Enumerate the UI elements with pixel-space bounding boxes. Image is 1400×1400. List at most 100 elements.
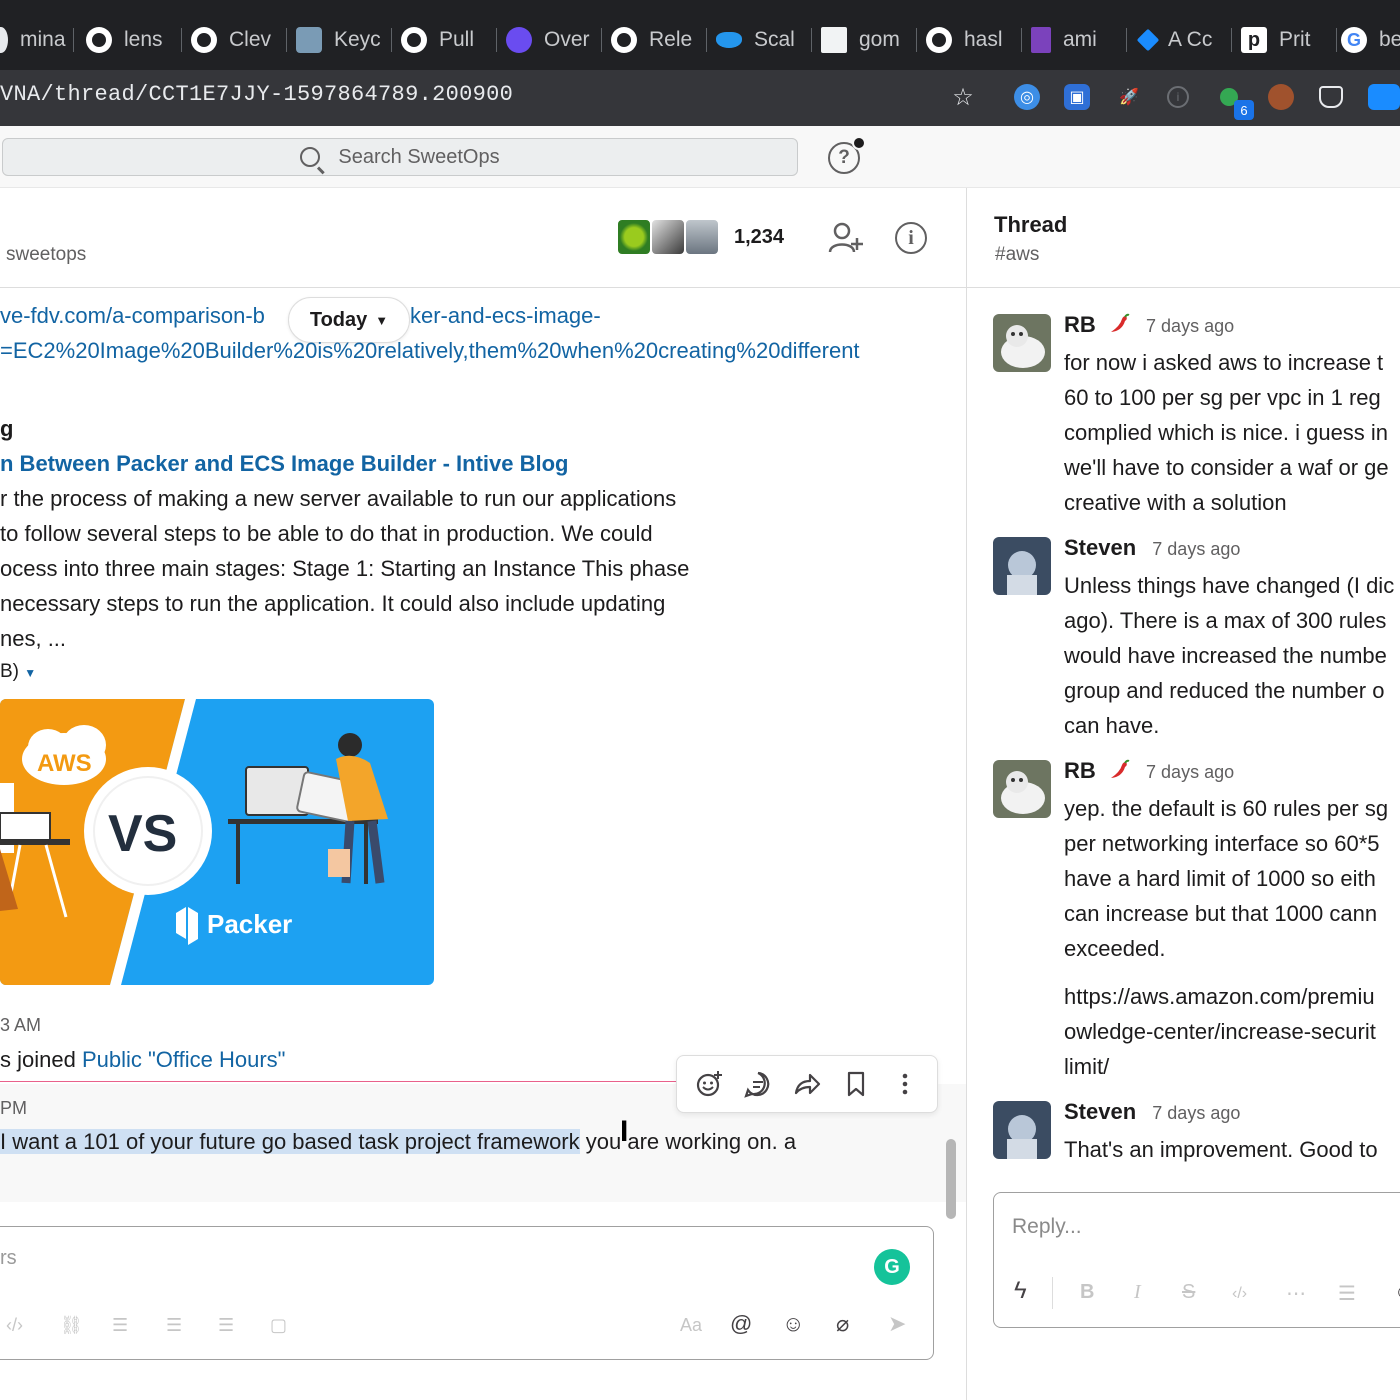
selected-text[interactable]: I want a 101 of your future go based tas… <box>0 1129 580 1154</box>
code-icon[interactable]: ‹/› <box>6 1315 23 1336</box>
caret-down-icon[interactable]: ▼ <box>24 666 36 680</box>
browser-address-bar[interactable]: VNA/thread/CCT1E7JJY-1597864789.200900 ☆… <box>0 70 1400 126</box>
member-count[interactable]: 1,234 <box>734 226 784 249</box>
browser-tab[interactable]: Pull <box>401 20 497 60</box>
composer-placeholder[interactable]: rs <box>0 1247 17 1270</box>
overview-icon <box>506 27 532 53</box>
shortcuts-icon[interactable]: ϟ <box>1014 1277 1027 1305</box>
bullet-list-icon[interactable]: ☰ <box>166 1315 182 1336</box>
browser-tab[interactable]: ami <box>1031 20 1127 60</box>
search-input[interactable]: Search SweetOps <box>2 138 798 176</box>
bookmark-star-icon[interactable]: ☆ <box>950 84 976 111</box>
search-icon <box>300 147 321 167</box>
browser-tab[interactable]: Clev <box>191 20 287 60</box>
browser-tab[interactable]: Rele <box>611 20 707 60</box>
extension-badge: 6 <box>1234 100 1254 120</box>
acorn-extension-icon[interactable] <box>1268 84 1294 110</box>
message-list: ve-fdv.com/a-comparison-b ker-and-ecs-im… <box>0 289 966 1223</box>
bold-icon[interactable]: B <box>1080 1281 1094 1304</box>
share-message-icon[interactable] <box>792 1069 822 1099</box>
channel-info-icon[interactable]: i <box>895 222 927 254</box>
github-icon <box>191 27 217 53</box>
browser-tab[interactable]: Over <box>506 20 602 60</box>
message-text[interactable]: I want a 101 of your future go based tas… <box>0 1124 796 1159</box>
add-reaction-icon[interactable] <box>694 1069 724 1099</box>
browser-tab[interactable]: mina <box>0 20 74 60</box>
browser-tab[interactable]: lens <box>86 20 182 60</box>
chevron-down-icon: ▼ <box>375 312 389 328</box>
avatar[interactable] <box>993 760 1051 818</box>
unfurl-title[interactable]: n Between Packer and ECS Image Builder -… <box>0 446 568 481</box>
add-member-icon[interactable] <box>828 220 864 256</box>
packer-logo-text: Packer <box>207 909 292 939</box>
avatar[interactable] <box>993 314 1051 372</box>
browser-tab[interactable]: A Cc <box>1136 20 1232 60</box>
message-timestamp[interactable]: 3 AM <box>0 1015 41 1036</box>
screen-extension-icon[interactable] <box>1368 84 1400 110</box>
emoji-icon[interactable]: ☺ <box>782 1311 804 1337</box>
reply-in-thread-icon[interactable] <box>743 1069 773 1099</box>
compass-extension-icon[interactable]: ◎ <box>1014 84 1040 110</box>
browser-tab[interactable]: Keyc <box>296 20 392 60</box>
url-text[interactable]: VNA/thread/CCT1E7JJY-1597864789.200900 <box>0 82 513 107</box>
text-cursor-icon: I <box>620 1115 629 1148</box>
browser-tab[interactable]: hasl <box>926 20 1022 60</box>
github-icon <box>611 27 637 53</box>
browser-tab[interactable]: G be <box>1341 20 1400 60</box>
avatar[interactable] <box>684 218 720 256</box>
thread-author: Steven 7 days ago <box>1064 1099 1241 1124</box>
generic-tab-icon <box>0 27 8 53</box>
list-icon[interactable]: ☰ <box>1338 1281 1356 1306</box>
formatting-toggle-icon[interactable]: Aa <box>680 1315 702 1336</box>
message-timestamp[interactable]: 7 days ago <box>1152 539 1240 559</box>
rocket-extension-icon[interactable]: 🚀 <box>1116 84 1142 110</box>
reply-placeholder[interactable]: Reply... <box>1012 1215 1082 1239</box>
emoji-icon[interactable]: ☺ <box>1394 1281 1400 1304</box>
attachment-icon[interactable]: ⌀ <box>836 1311 849 1337</box>
unfurl-image[interactable]: AWS VS Packer <box>0 699 434 985</box>
message-scrollbar[interactable] <box>946 1139 956 1219</box>
browser-tab[interactable]: gom <box>821 20 917 60</box>
mention-icon[interactable]: @ <box>730 1311 752 1337</box>
pritunl-icon: p <box>1241 27 1267 53</box>
message-link[interactable]: ve-fdv.com/a-comparison-b <box>0 298 265 333</box>
info-extension-icon[interactable]: i <box>1167 86 1189 108</box>
browser-tab[interactable]: Scal <box>716 20 812 60</box>
bookmark-icon[interactable] <box>841 1069 871 1099</box>
github-icon <box>401 27 427 53</box>
workspace-label[interactable]: sweetops <box>6 244 86 266</box>
message-timestamp[interactable]: 7 days ago <box>1146 762 1234 782</box>
avatar[interactable] <box>993 537 1051 595</box>
thread-reply-input[interactable]: Reply... ϟ B I S ‹/› ⋯ ☰ ☺ <box>993 1192 1400 1328</box>
message-timestamp[interactable]: 7 days ago <box>1146 316 1234 336</box>
unfurl-source: g <box>0 416 14 441</box>
browser-tab[interactable]: p Prit <box>1241 20 1337 60</box>
ordered-list-icon[interactable]: ☰ <box>112 1315 128 1336</box>
message-timestamp[interactable]: 7 days ago <box>1152 1103 1240 1123</box>
send-icon[interactable]: ➤ <box>888 1311 906 1337</box>
thread-message-link[interactable]: owledge-center/increase-securit <box>1064 1014 1376 1049</box>
message-link[interactable]: =EC2%20Image%20Builder%20is%20relatively… <box>0 333 860 368</box>
blockquote-icon[interactable]: ☰ <box>218 1315 234 1336</box>
italic-icon[interactable]: I <box>1134 1281 1141 1304</box>
unfurl-size[interactable]: B) ▼ <box>0 659 36 686</box>
more-actions-icon[interactable] <box>890 1069 920 1099</box>
avatar[interactable] <box>993 1101 1051 1159</box>
grammarly-icon[interactable]: G <box>874 1249 910 1285</box>
pocket-extension-icon[interactable] <box>1319 86 1343 108</box>
link-icon[interactable]: ⋯ <box>1286 1281 1306 1306</box>
message-composer[interactable]: rs G ‹/› ⛓ ☰ ☰ ☰ ▢ Aa @ ☺ ⌀ ➤ <box>0 1226 934 1360</box>
message-timestamp[interactable]: PM <box>0 1098 27 1119</box>
channel-link[interactable]: Public "Office Hours" <box>82 1047 286 1072</box>
thread-message-link[interactable]: limit/ <box>1064 1049 1109 1084</box>
link-icon[interactable]: ⛓ <box>60 1315 83 1336</box>
thread-message-link[interactable]: https://aws.amazon.com/premiu <box>1064 979 1375 1014</box>
message-link[interactable]: ker-and-ecs-image- <box>410 298 601 333</box>
strikethrough-icon[interactable]: S <box>1182 1281 1195 1304</box>
code-icon[interactable]: ‹/› <box>1232 1285 1247 1303</box>
code-block-icon[interactable]: ▢ <box>270 1315 287 1336</box>
thread-channel-link[interactable]: #aws <box>995 244 1039 266</box>
window-extension-icon[interactable]: ▣ <box>1064 84 1090 110</box>
avatar[interactable] <box>616 218 652 256</box>
avatar[interactable] <box>650 218 686 256</box>
